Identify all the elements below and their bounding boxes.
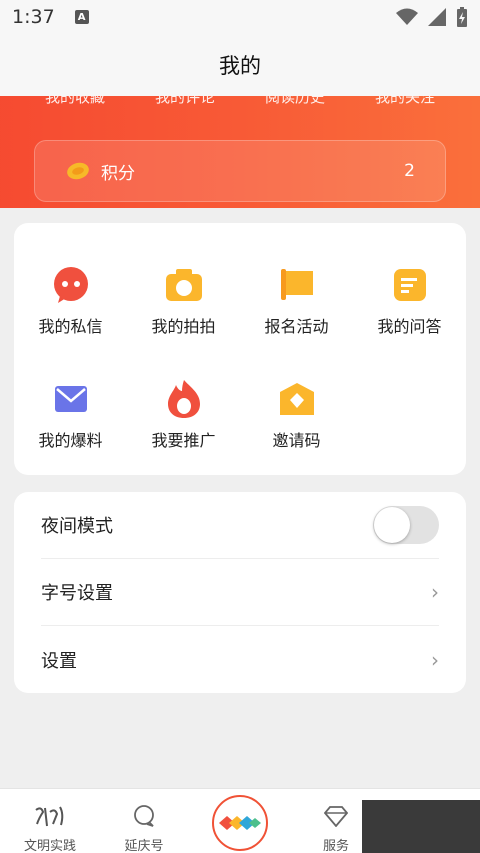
tab-comments[interactable]: 我的评论 (155, 96, 215, 107)
grid-label: 我的爆料 (38, 431, 103, 450)
grid-item-photos[interactable]: 我的拍拍 (127, 265, 240, 337)
settings-row[interactable]: 设置 › (41, 626, 439, 693)
chat-bubble-icon (51, 265, 91, 305)
settings-label: 设置 (41, 650, 77, 672)
nav-label: 文明实践 (23, 839, 76, 853)
grid-label: 我的问答 (377, 317, 442, 336)
grid-item-tipoff[interactable]: 我的爆料 (14, 379, 127, 451)
page-title: 我的 (219, 54, 261, 78)
chevron-right-icon: › (431, 580, 439, 604)
toggle-knob (374, 507, 410, 543)
envelope-icon (51, 379, 91, 419)
nav-home-logo[interactable] (212, 795, 268, 851)
grid-label: 我要推广 (151, 431, 216, 450)
grid-label: 报名活动 (264, 317, 329, 336)
font-size-row[interactable]: 字号设置 › (41, 559, 439, 626)
note-icon (390, 265, 430, 305)
points-label: 积分 (101, 163, 135, 184)
camera-icon (164, 265, 204, 305)
chevron-right-icon: › (431, 647, 439, 672)
overlay-panel (362, 800, 480, 853)
flag-icon (277, 265, 317, 305)
title-bar: 我的 (0, 34, 480, 96)
signal-icon (428, 8, 446, 26)
font-size-label: 字号设置 (41, 583, 113, 604)
status-time: 1:37 (12, 6, 55, 28)
night-mode-label: 夜间模式 (41, 516, 113, 537)
calligraphy-icon (10, 803, 90, 829)
grid-item-qa[interactable]: 我的问答 (353, 265, 466, 337)
header-tabs: 我的收藏 我的评论 阅读历史 我的关注 (0, 96, 480, 107)
night-mode-row: 夜间模式 (41, 492, 439, 559)
nav-label: 延庆号 (124, 839, 164, 853)
feature-grid: 我的私信 我的拍拍 报名活动 我的问答 我的爆料 我要推广 邀请码 (14, 223, 466, 475)
diamond-icon (277, 379, 317, 419)
points-value: 2 (404, 161, 415, 181)
night-mode-toggle[interactable] (373, 506, 439, 544)
tab-following[interactable]: 我的关注 (375, 96, 435, 107)
settings-card: 夜间模式 字号设置 › 设置 › (14, 492, 466, 693)
flame-icon (164, 379, 204, 419)
grid-item-messages[interactable]: 我的私信 (14, 265, 127, 337)
coin-icon (67, 162, 89, 180)
tab-favorites[interactable]: 我的收藏 (45, 96, 105, 107)
grid-item-activities[interactable]: 报名活动 (240, 265, 353, 337)
points-card[interactable]: 积分 2 (34, 140, 446, 202)
grid-item-promote[interactable]: 我要推广 (127, 379, 240, 451)
battery-icon (457, 7, 467, 27)
center-logo-icon (219, 816, 261, 830)
grid-label: 邀请码 (272, 431, 321, 450)
status-icons (396, 7, 468, 27)
status-bar: 1:37 A (0, 0, 480, 34)
grid-label: 我的拍拍 (151, 317, 216, 336)
grid-label: 我的私信 (38, 317, 103, 336)
nav-civilization-practice[interactable]: 文明实践 (10, 803, 90, 853)
tab-history[interactable]: 阅读历史 (265, 96, 325, 107)
profile-header: 我的收藏 我的评论 阅读历史 我的关注 积分 2 (0, 96, 480, 208)
wifi-icon (396, 8, 418, 25)
grid-item-invite-code[interactable]: 邀请码 (240, 379, 353, 451)
nav-yanqing[interactable]: 延庆号 (104, 803, 184, 853)
notification-icon: A (74, 10, 89, 24)
chat-icon (104, 803, 184, 829)
